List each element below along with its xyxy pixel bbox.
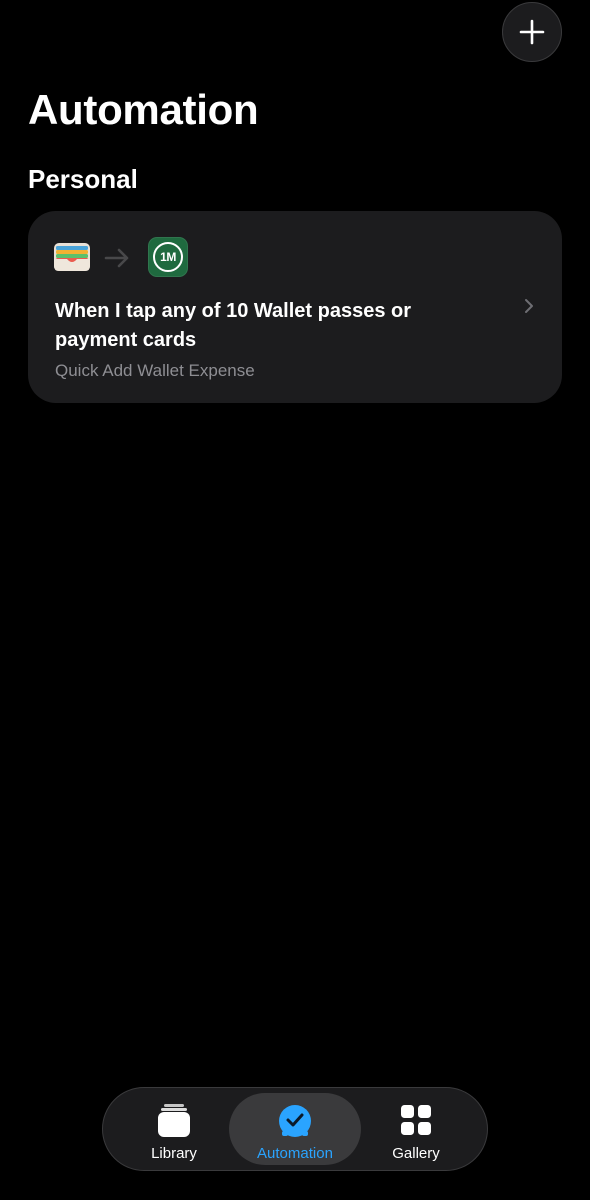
- gallery-grid-icon: [401, 1105, 431, 1135]
- tab-automation-label: Automation: [257, 1145, 333, 1162]
- automation-subtitle: Quick Add Wallet Expense: [55, 361, 255, 380]
- tab-library-label: Library: [151, 1145, 197, 1162]
- app-icon-text: 1M: [153, 242, 183, 272]
- automation-card[interactable]: 1M When I tap any of 10 Wallet passes or…: [28, 211, 562, 403]
- add-automation-button[interactable]: [502, 2, 562, 62]
- automation-icons: 1M: [54, 237, 254, 279]
- arrow-right-icon: [104, 248, 129, 268]
- app-icon: 1M: [148, 237, 188, 277]
- tab-gallery-label: Gallery: [392, 1145, 440, 1162]
- section-title: Personal: [28, 164, 138, 194]
- chevron-right-icon: [525, 299, 533, 313]
- automation-title: When I tap any of 10 Wallet passes or pa…: [55, 300, 412, 351]
- tab-automation[interactable]: Automation: [229, 1093, 361, 1165]
- automation-screen: Automation Personal 1M When I tap any of…: [0, 0, 590, 1200]
- tab-bar: Library Automation Gallery: [102, 1087, 488, 1171]
- library-icon: [158, 1104, 190, 1137]
- page-title: Automation: [28, 86, 259, 133]
- tab-gallery[interactable]: Gallery: [355, 1093, 477, 1165]
- plus-icon: [519, 19, 545, 45]
- wallet-icon: [54, 243, 90, 271]
- tab-library[interactable]: Library: [113, 1093, 235, 1165]
- automation-clock-icon: [279, 1105, 311, 1137]
